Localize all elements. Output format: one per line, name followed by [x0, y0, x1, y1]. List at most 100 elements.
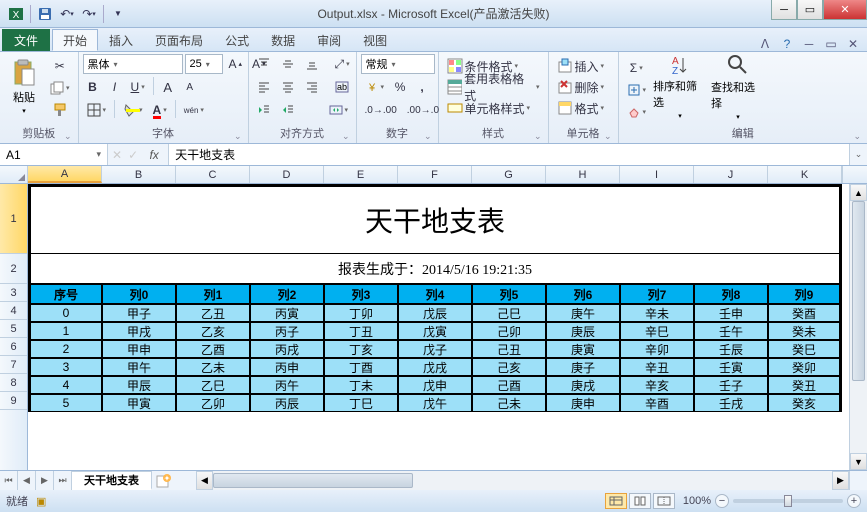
- zoom-in-button[interactable]: +: [847, 494, 861, 508]
- table-cell[interactable]: 3: [28, 358, 102, 376]
- undo-icon[interactable]: ↶▾: [57, 4, 77, 24]
- table-cell[interactable]: 己巳: [472, 304, 546, 322]
- table-cell[interactable]: 乙酉: [176, 340, 250, 358]
- table-cell[interactable]: 辛巳: [620, 322, 694, 340]
- table-cell[interactable]: 丙寅: [250, 304, 324, 322]
- view-page-break-icon[interactable]: [653, 493, 675, 509]
- table-cell[interactable]: 乙卯: [176, 394, 250, 412]
- font-size-combo[interactable]: 25▾: [185, 54, 223, 74]
- col-header[interactable]: H: [546, 166, 620, 183]
- align-right-button[interactable]: [301, 77, 323, 97]
- col-header[interactable]: C: [176, 166, 250, 183]
- col-header[interactable]: B: [102, 166, 176, 183]
- save-icon[interactable]: [35, 4, 55, 24]
- tab-formulas[interactable]: 公式: [214, 29, 260, 51]
- horizontal-scrollbar[interactable]: ◀ ▶: [196, 471, 849, 490]
- align-middle-button[interactable]: [277, 54, 299, 74]
- table-cell[interactable]: 癸酉: [768, 304, 842, 322]
- qat-customize-icon[interactable]: ▼: [108, 4, 128, 24]
- table-cell[interactable]: 辛卯: [620, 340, 694, 358]
- row-header[interactable]: 8: [0, 374, 27, 392]
- table-cell[interactable]: 丙子: [250, 322, 324, 340]
- percent-button[interactable]: %: [390, 77, 410, 97]
- table-cell[interactable]: 癸丑: [768, 376, 842, 394]
- row-header[interactable]: 2: [0, 254, 27, 284]
- name-box[interactable]: A1▾: [0, 144, 108, 165]
- table-cell[interactable]: 壬申: [694, 304, 768, 322]
- align-top-button[interactable]: [253, 54, 275, 74]
- sheet-first-icon[interactable]: ⏮: [0, 471, 18, 490]
- table-cell[interactable]: 癸亥: [768, 394, 842, 412]
- table-cell[interactable]: 戊申: [398, 376, 472, 394]
- orientation-button[interactable]: ⤢▾: [331, 54, 354, 74]
- table-cell[interactable]: 壬戌: [694, 394, 768, 412]
- formula-input[interactable]: 天干地支表: [169, 144, 849, 165]
- table-cell[interactable]: 辛丑: [620, 358, 694, 376]
- maximize-button[interactable]: ▭: [797, 0, 823, 20]
- sheet-next-icon[interactable]: ▶: [36, 471, 54, 490]
- minimize-ribbon-icon[interactable]: ᐱ: [757, 37, 773, 51]
- table-cell[interactable]: 戊戌: [398, 358, 472, 376]
- col-header[interactable]: G: [472, 166, 546, 183]
- grow-font-button[interactable]: A▴: [225, 54, 247, 74]
- table-cell[interactable]: 戊午: [398, 394, 472, 412]
- table-cell[interactable]: 乙巳: [176, 376, 250, 394]
- increase-indent-button[interactable]: [277, 100, 299, 120]
- macro-record-icon[interactable]: ▣: [36, 495, 46, 508]
- col-header[interactable]: J: [694, 166, 768, 183]
- row-header[interactable]: 5: [0, 320, 27, 338]
- table-cell[interactable]: 甲寅: [102, 394, 176, 412]
- table-cell[interactable]: 丁巳: [324, 394, 398, 412]
- hscroll-right-icon[interactable]: ▶: [832, 471, 849, 490]
- shrink-font2-button[interactable]: A: [180, 77, 200, 97]
- table-header-cell[interactable]: 序号: [28, 284, 102, 304]
- hscroll-left-icon[interactable]: ◀: [196, 471, 213, 490]
- table-cell[interactable]: 乙未: [176, 358, 250, 376]
- minimize-button[interactable]: ─: [771, 0, 797, 20]
- col-header[interactable]: I: [620, 166, 694, 183]
- tab-data[interactable]: 数据: [260, 29, 306, 51]
- row-header[interactable]: 1: [0, 184, 27, 254]
- table-cell[interactable]: 乙亥: [176, 322, 250, 340]
- tab-page-layout[interactable]: 页面布局: [144, 29, 214, 51]
- view-page-layout-icon[interactable]: [629, 493, 651, 509]
- table-cell[interactable]: 丙申: [250, 358, 324, 376]
- border-button[interactable]: ▾: [83, 100, 111, 120]
- table-cell[interactable]: 壬寅: [694, 358, 768, 376]
- view-normal-icon[interactable]: [605, 493, 627, 509]
- table-cell[interactable]: 乙丑: [176, 304, 250, 322]
- table-cell[interactable]: 甲辰: [102, 376, 176, 394]
- font-name-combo[interactable]: 黑体▾: [83, 54, 183, 74]
- table-cell[interactable]: 庚午: [546, 304, 620, 322]
- col-header[interactable]: D: [250, 166, 324, 183]
- table-header-cell[interactable]: 列5: [472, 284, 546, 304]
- table-cell[interactable]: 己丑: [472, 340, 546, 358]
- autosum-button[interactable]: Σ▾: [623, 58, 651, 78]
- table-cell[interactable]: 丁亥: [324, 340, 398, 358]
- doc-restore-icon[interactable]: ▭: [823, 37, 839, 51]
- table-header-cell[interactable]: 列8: [694, 284, 768, 304]
- table-cell[interactable]: 辛亥: [620, 376, 694, 394]
- delete-cells-button[interactable]: 删除▾: [553, 77, 614, 97]
- expand-formula-icon[interactable]: ⌄: [849, 144, 867, 165]
- italic-button[interactable]: I: [105, 77, 125, 97]
- table-cell[interactable]: 0: [28, 304, 102, 322]
- table-cell[interactable]: 2: [28, 340, 102, 358]
- hscroll-thumb[interactable]: [213, 473, 413, 488]
- table-cell[interactable]: 癸卯: [768, 358, 842, 376]
- table-cell[interactable]: 丙午: [250, 376, 324, 394]
- table-cell[interactable]: 甲子: [102, 304, 176, 322]
- align-center-button[interactable]: [277, 77, 299, 97]
- redo-icon[interactable]: ↷▾: [79, 4, 99, 24]
- tab-review[interactable]: 审阅: [306, 29, 352, 51]
- help-icon[interactable]: ?: [779, 37, 795, 51]
- tab-insert[interactable]: 插入: [98, 29, 144, 51]
- format-cells-button[interactable]: 格式▾: [553, 98, 614, 118]
- decrease-indent-button[interactable]: [253, 100, 275, 120]
- fill-button[interactable]: ▾: [623, 80, 651, 100]
- table-cell[interactable]: 5: [28, 394, 102, 412]
- zoom-level[interactable]: 100%: [683, 495, 711, 507]
- table-cell[interactable]: 戊寅: [398, 322, 472, 340]
- table-header-cell[interactable]: 列3: [324, 284, 398, 304]
- scroll-down-icon[interactable]: ▼: [850, 453, 867, 470]
